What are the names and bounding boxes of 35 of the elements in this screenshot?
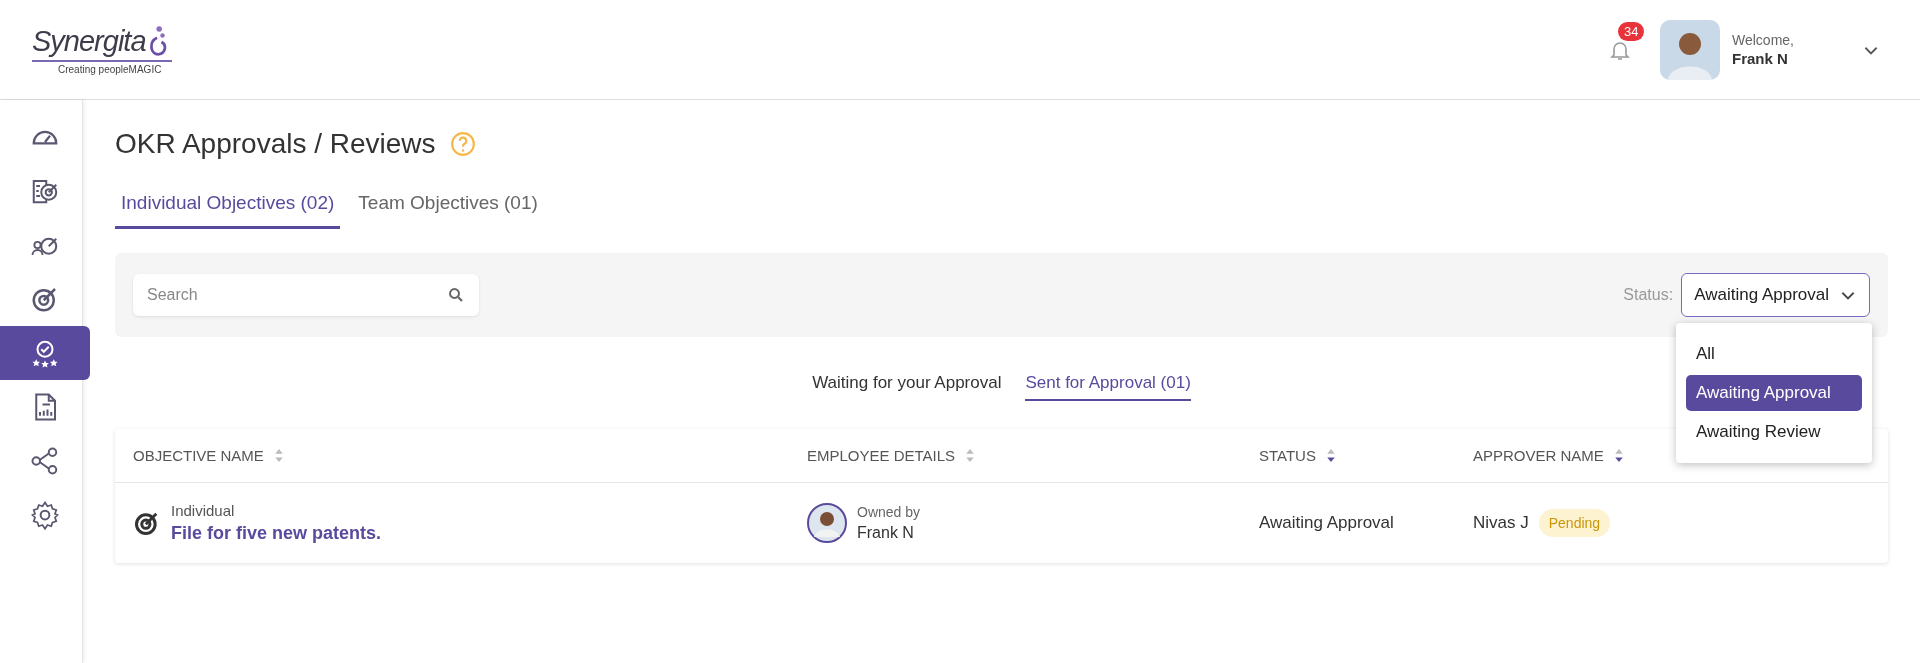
share-icon bbox=[30, 446, 60, 476]
search-field[interactable]: Search bbox=[133, 274, 479, 316]
search-icon[interactable] bbox=[447, 286, 465, 304]
objective-type: Individual bbox=[171, 502, 236, 519]
column-header[interactable]: OBJECTIVE NAME bbox=[133, 447, 264, 464]
approval-icon bbox=[30, 338, 60, 368]
status-badge: Pending bbox=[1538, 509, 1611, 537]
sort-icon[interactable] bbox=[1325, 448, 1336, 463]
sort-icon[interactable] bbox=[1613, 448, 1624, 463]
logo: Synergita Creating peopleMAGIC bbox=[32, 24, 172, 75]
owner-name: Frank N bbox=[857, 524, 915, 542]
page-title: OKR Approvals / Reviews bbox=[115, 128, 436, 160]
user-avatar[interactable] bbox=[1660, 19, 1720, 80]
dropdown-option[interactable]: Awaiting Approval bbox=[1686, 375, 1862, 411]
approver-name: Nivas J bbox=[1473, 513, 1529, 533]
tab[interactable]: Waiting for your Approval bbox=[812, 367, 1002, 401]
objective-link[interactable]: File for five new patents. bbox=[171, 523, 382, 544]
sidebar-item[interactable] bbox=[0, 326, 90, 380]
status-text: Awaiting Approval bbox=[1259, 513, 1394, 533]
dropdown-option[interactable]: All bbox=[1686, 336, 1862, 372]
notification-count: 34 bbox=[1618, 21, 1645, 41]
owner-avatar bbox=[807, 503, 847, 543]
owner-label: Owned by bbox=[857, 504, 921, 520]
tab[interactable]: Individual Objectives (02) bbox=[115, 184, 341, 229]
dropdown-option[interactable]: Awaiting Review bbox=[1686, 414, 1862, 450]
user-name: Frank N bbox=[1732, 50, 1789, 67]
tab[interactable]: Sent for Approval (01) bbox=[1025, 367, 1191, 401]
column-header[interactable]: APPROVER NAME bbox=[1473, 447, 1604, 464]
status-label: Status: bbox=[1623, 286, 1674, 304]
status-dropdown[interactable]: Awaiting Approval bbox=[1681, 273, 1870, 317]
column-header[interactable]: EMPLOYEE DETAILS bbox=[807, 447, 956, 464]
settings-icon bbox=[30, 500, 60, 530]
tab[interactable]: Team Objectives (01) bbox=[352, 184, 544, 229]
welcome-text: Welcome, bbox=[1732, 32, 1795, 48]
column-header[interactable]: STATUS bbox=[1259, 447, 1316, 464]
